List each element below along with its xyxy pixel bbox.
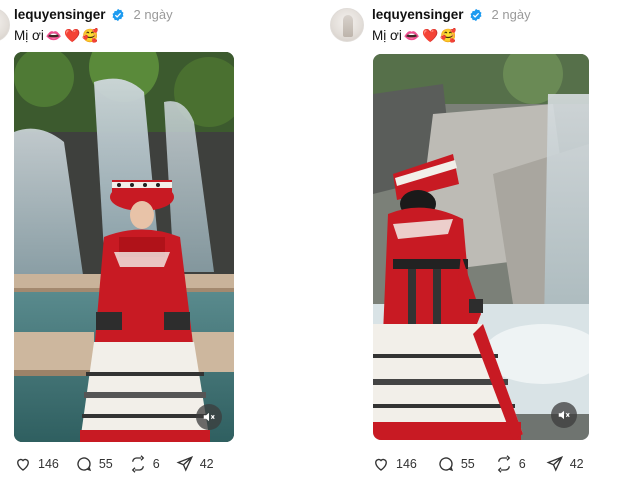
lips-emoji: 👄 [403, 28, 421, 43]
verified-badge-icon [112, 8, 124, 21]
comment-bubble-icon [77, 457, 91, 472]
heart-icon [17, 458, 29, 471]
avatar[interactable] [330, 8, 364, 42]
repost-count: 6 [152, 457, 160, 471]
heart-icon [375, 458, 387, 471]
post-actions: 146 55 6 42 [14, 455, 214, 473]
post-timestamp[interactable]: 2 ngày [492, 7, 531, 22]
post-header: lequyensinger 2 ngày [14, 7, 173, 22]
like-count: 146 [396, 457, 417, 471]
send-icon [176, 456, 193, 472]
post-caption: Mị ơi 👄 ❤️ 🥰 [372, 28, 456, 43]
share-button[interactable]: 42 [176, 455, 214, 473]
avatar[interactable] [0, 8, 10, 42]
repost-icon [497, 455, 510, 473]
repost-button[interactable]: 6 [129, 455, 160, 473]
post-video[interactable] [14, 52, 234, 442]
smiling-face-hearts-emoji: 🥰 [440, 28, 457, 43]
post-timestamp[interactable]: 2 ngày [134, 7, 173, 22]
caption-text: Mị ơi [14, 28, 44, 43]
post-video[interactable] [373, 54, 589, 440]
comment-bubble-icon [439, 457, 453, 472]
post-actions: 146 55 6 42 [372, 455, 584, 473]
like-button[interactable]: 146 [14, 455, 59, 473]
comment-count: 55 [98, 457, 113, 471]
repost-count: 6 [518, 457, 526, 471]
send-icon [546, 456, 563, 472]
comment-button[interactable]: 55 [75, 455, 113, 473]
mute-button[interactable] [196, 404, 222, 430]
username[interactable]: lequyensinger [14, 7, 106, 22]
like-button[interactable]: 146 [372, 455, 417, 473]
share-count: 42 [199, 457, 214, 471]
video-frame-woman-rocks [373, 54, 589, 440]
smiling-face-hearts-emoji: 🥰 [82, 28, 99, 43]
speaker-muted-icon [203, 412, 215, 422]
repost-button[interactable]: 6 [495, 455, 526, 473]
lips-emoji: 👄 [45, 28, 63, 43]
speaker-muted-icon [558, 410, 570, 420]
repost-icon [131, 455, 144, 473]
post-card-1: lequyensinger 2 ngày Mị ơi 👄 ❤️ 🥰 146 55… [0, 0, 320, 480]
like-count: 146 [38, 457, 59, 471]
post-header: lequyensinger 2 ngày [372, 7, 531, 22]
mute-button[interactable] [551, 402, 577, 428]
post-caption: Mị ơi 👄 ❤️ 🥰 [14, 28, 98, 43]
red-heart-emoji: ❤️ [422, 28, 439, 43]
video-frame-woman-waterfall [14, 52, 234, 442]
comment-button[interactable]: 55 [437, 455, 475, 473]
caption-text: Mị ơi [372, 28, 402, 43]
comment-count: 55 [460, 457, 475, 471]
red-heart-emoji: ❤️ [64, 28, 81, 43]
verified-badge-icon [470, 8, 482, 21]
username[interactable]: lequyensinger [372, 7, 464, 22]
share-count: 42 [569, 457, 584, 471]
post-card-2: lequyensinger 2 ngày Mị ơi 👄 ❤️ 🥰 146 55… [320, 0, 640, 480]
share-button[interactable]: 42 [546, 455, 584, 473]
